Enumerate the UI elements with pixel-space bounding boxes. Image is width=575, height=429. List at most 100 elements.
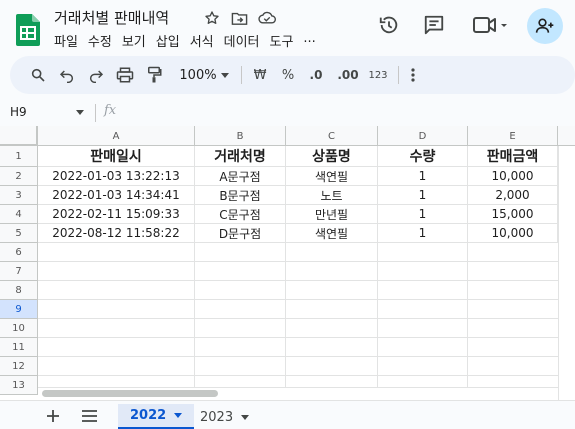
row-header-1[interactable]: 1 — [0, 146, 38, 167]
row-header-10[interactable]: 10 — [0, 319, 38, 338]
sheet-tab-label: 2023 — [200, 409, 234, 425]
zoom-dropdown-icon[interactable] — [219, 65, 231, 85]
cell-c5[interactable]: 색연필 — [286, 224, 378, 243]
move-folder-icon[interactable] — [230, 9, 248, 27]
select-all-corner[interactable] — [0, 126, 38, 146]
sheet-tab-2023[interactable]: 2023 — [188, 404, 261, 429]
row-header-11[interactable]: 11 — [0, 338, 38, 357]
cloud-saved-icon[interactable] — [258, 9, 276, 27]
row-header-8[interactable]: 8 — [0, 281, 38, 300]
column-header-b[interactable]: B — [195, 126, 286, 146]
toolbar: 100% ₩ % .0 .00 123 — [10, 56, 575, 94]
cell-c1[interactable]: 상품명 — [286, 146, 378, 167]
column-header-a[interactable]: A — [38, 126, 195, 146]
undo-icon[interactable] — [57, 65, 77, 85]
menu-insert[interactable]: 삽입 — [151, 31, 185, 50]
sheet-tab-2022[interactable]: 2022 — [118, 404, 195, 429]
title-bar: 거래처별 판매내역 파일 수정 보기 삽입 서식 데이터 도구 ... — [0, 0, 575, 56]
menu-edit[interactable]: 수정 — [83, 31, 117, 50]
document-title[interactable]: 거래처별 판매내역 — [54, 7, 169, 28]
row-header-13[interactable]: 13 — [0, 376, 38, 395]
redo-icon[interactable] — [86, 65, 106, 85]
cell-e4[interactable]: 15,000 — [468, 205, 558, 224]
menu-data[interactable]: 데이터 — [219, 31, 265, 50]
cell-c2[interactable]: 색연필 — [286, 167, 378, 186]
increase-decimal-label: .00 — [337, 68, 359, 82]
zoom-select[interactable]: 100% — [174, 65, 222, 85]
sheet-tabs-bar: 2022 2023 — [0, 400, 575, 429]
cell-e5[interactable]: 10,000 — [468, 224, 558, 243]
currency-format-button[interactable]: ₩ — [250, 65, 270, 85]
name-box[interactable]: H9 — [10, 105, 27, 119]
cell-b4[interactable]: C문구점 — [195, 205, 286, 224]
spreadsheet-grid[interactable]: A B C D E 1 2 3 4 5 6 7 8 9 10 11 12 13 … — [0, 126, 575, 400]
cell-d1[interactable]: 수량 — [378, 146, 468, 167]
version-history-icon[interactable] — [376, 12, 402, 38]
star-icon[interactable] — [203, 9, 221, 27]
percent-symbol: % — [281, 67, 295, 83]
sheets-logo-icon[interactable] — [16, 14, 40, 46]
cell-c3[interactable]: 노트 — [286, 186, 378, 205]
horizontal-scrollbar-thumb[interactable] — [42, 390, 218, 397]
vertical-scrollbar[interactable] — [558, 146, 575, 400]
decrease-decimal-button[interactable]: .0 — [304, 65, 328, 85]
number-format-button[interactable]: 123 — [365, 65, 391, 85]
cell-a1[interactable]: 판매일시 — [38, 146, 195, 167]
row-header-3[interactable]: 3 — [0, 186, 38, 205]
share-button[interactable] — [527, 8, 563, 44]
column-header-d[interactable]: D — [378, 126, 468, 146]
decrease-decimal-label: .0 — [309, 68, 323, 82]
cell-d2[interactable]: 1 — [378, 167, 468, 186]
add-sheet-icon[interactable] — [43, 406, 63, 426]
grid-line — [38, 318, 558, 319]
row-header-9[interactable]: 9 — [0, 300, 38, 319]
grid-line — [38, 299, 558, 300]
menu-tools[interactable]: 도구 — [265, 31, 299, 50]
cell-e3[interactable]: 2,000 — [468, 186, 558, 205]
cell-e1[interactable]: 판매금액 — [468, 146, 558, 167]
cell-e2[interactable]: 10,000 — [468, 167, 558, 186]
cell-b5[interactable]: D문구점 — [195, 224, 286, 243]
cell-a2[interactable]: 2022-01-03 13:22:13 — [38, 167, 195, 186]
tab-dropdown-icon[interactable] — [174, 413, 183, 418]
sheet-tab-label: 2022 — [130, 408, 167, 423]
column-headers: A B C D E — [0, 126, 575, 146]
menu-more[interactable]: ... — [298, 31, 320, 50]
cell-b2[interactable]: A문구점 — [195, 167, 286, 186]
column-header-e[interactable]: E — [468, 126, 558, 146]
comments-icon[interactable] — [421, 12, 447, 38]
row-header-6[interactable]: 6 — [0, 243, 38, 262]
row-header-2[interactable]: 2 — [0, 167, 38, 186]
cell-d5[interactable]: 1 — [378, 224, 468, 243]
menu-file[interactable]: 파일 — [54, 31, 83, 50]
search-menus-icon[interactable] — [28, 65, 48, 85]
percent-format-button[interactable]: % — [278, 65, 298, 85]
row-header-4[interactable]: 4 — [0, 205, 38, 224]
cell-a5[interactable]: 2022-08-12 11:58:22 — [38, 224, 195, 243]
menu-format[interactable]: 서식 — [185, 31, 219, 50]
zoom-value: 100% — [179, 67, 217, 83]
meet-icon[interactable] — [470, 12, 510, 38]
grid-line — [38, 261, 558, 262]
paint-format-icon[interactable] — [144, 65, 164, 85]
add-person-icon — [535, 18, 554, 33]
all-sheets-menu-icon[interactable] — [79, 406, 99, 426]
cell-d4[interactable]: 1 — [378, 205, 468, 224]
row-header-5[interactable]: 5 — [0, 224, 38, 243]
grid-line — [285, 243, 286, 387]
cell-c4[interactable]: 만년필 — [286, 205, 378, 224]
cell-a4[interactable]: 2022-02-11 15:09:33 — [38, 205, 195, 224]
cell-a3[interactable]: 2022-01-03 14:34:41 — [38, 186, 195, 205]
column-header-c[interactable]: C — [286, 126, 378, 146]
name-box-dropdown-icon[interactable] — [76, 110, 84, 115]
print-icon[interactable] — [115, 65, 135, 85]
tab-dropdown-icon[interactable] — [241, 414, 250, 420]
row-header-7[interactable]: 7 — [0, 262, 38, 281]
cell-b3[interactable]: B문구점 — [195, 186, 286, 205]
increase-decimal-button[interactable]: .00 — [334, 65, 362, 85]
row-header-12[interactable]: 12 — [0, 357, 38, 376]
cell-d3[interactable]: 1 — [378, 186, 468, 205]
more-options-icon[interactable] — [403, 65, 423, 85]
cell-b1[interactable]: 거래처명 — [195, 146, 286, 167]
menu-view[interactable]: 보기 — [117, 31, 151, 50]
